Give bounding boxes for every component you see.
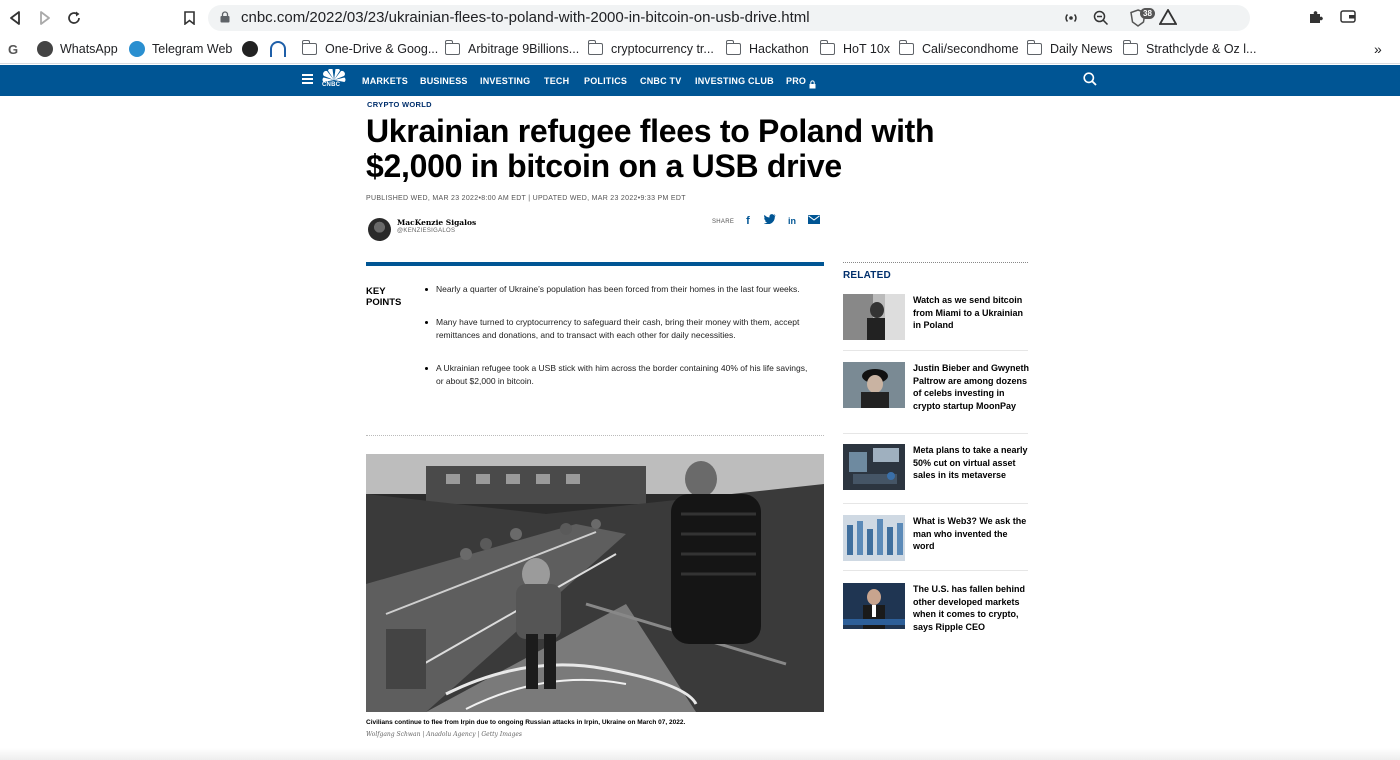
related-title: RELATED xyxy=(843,270,891,281)
folder-icon xyxy=(587,40,603,55)
nav-investing[interactable]: INVESTING xyxy=(480,76,530,86)
bookmark-folder-arbitrage[interactable]: Arbitrage 9Billions... xyxy=(444,40,579,58)
folder-icon xyxy=(301,40,317,55)
avatar[interactable] xyxy=(368,218,391,241)
related-headline[interactable]: The U.S. has fallen behind other develop… xyxy=(913,583,1031,633)
address-bar[interactable]: cnbc.com/2022/03/23/ukrainian-flees-to-p… xyxy=(208,5,1250,31)
hamburger-menu-icon[interactable] xyxy=(302,74,313,84)
related-headline[interactable]: Meta plans to take a nearly 50% cut on v… xyxy=(913,444,1031,482)
extension-badge: 38 xyxy=(1140,8,1155,19)
triangle-extension-icon[interactable] xyxy=(1158,8,1178,27)
publish-date: PUBLISHED WED, MAR 23 2022•8:00 AM EDT |… xyxy=(366,195,686,202)
pro-lock-icon xyxy=(809,76,816,89)
folder-icon xyxy=(819,40,835,55)
bookmark-icon[interactable] xyxy=(180,9,198,27)
nav-cnbc-tv[interactable]: CNBC TV xyxy=(640,76,681,86)
author-handle[interactable]: @KENZIESIGALOS xyxy=(397,228,455,234)
photo-caption: Civilians continue to flee from Irpin du… xyxy=(366,719,686,726)
related-thumbnail[interactable] xyxy=(843,444,905,490)
nav-business[interactable]: BUSINESS xyxy=(420,76,468,86)
cast-icon[interactable] xyxy=(1063,10,1079,28)
related-headline[interactable]: What is Web3? We ask the man who invente… xyxy=(913,515,1031,553)
lock-icon xyxy=(220,11,230,23)
section-eyebrow[interactable]: CRYPTO WORLD xyxy=(367,100,432,109)
article-headline: Ukrainian refugee flees to Poland with $… xyxy=(366,113,935,184)
bookmarks-bar: G WhatsApp Telegram Web One-Drive & Goog… xyxy=(0,35,1400,64)
bookmark-ftx[interactable] xyxy=(242,40,265,58)
folder-icon xyxy=(444,40,460,55)
folder-icon xyxy=(898,40,914,55)
share-label: SHARE xyxy=(712,219,735,225)
back-icon[interactable] xyxy=(6,9,24,27)
photo-credit: Wolfgang Schwan | Anadolu Agency | Getty… xyxy=(366,731,522,738)
whatsapp-icon xyxy=(37,41,53,57)
bookmark-folder-onedrive[interactable]: One-Drive & Goog... xyxy=(301,40,438,58)
divider xyxy=(843,350,1028,351)
key-points-divider xyxy=(366,262,824,266)
bookmark-whatsapp[interactable]: WhatsApp xyxy=(37,40,118,58)
list-item: Many have turned to cryptocurrency to sa… xyxy=(424,316,814,343)
email-icon[interactable] xyxy=(807,214,821,228)
bookmark-folder-strathclyde[interactable]: Strathclyde & Oz l... xyxy=(1122,40,1256,58)
nav-investing-club[interactable]: INVESTING CLUB xyxy=(695,76,774,86)
url-text: cnbc.com/2022/03/23/ukrainian-flees-to-p… xyxy=(241,9,810,26)
bookmark-opera[interactable] xyxy=(270,40,293,58)
linkedin-icon[interactable]: in xyxy=(785,214,799,228)
key-points-list: Nearly a quarter of Ukraine’s population… xyxy=(424,283,814,408)
folder-icon xyxy=(725,40,741,55)
article-photo[interactable] xyxy=(366,454,824,712)
nav-markets[interactable]: MARKETS xyxy=(362,76,408,86)
bookmark-folder-hot[interactable]: HoT 10x xyxy=(819,40,890,58)
related-thumbnail[interactable] xyxy=(843,583,905,629)
divider xyxy=(843,503,1028,504)
bookmark-telegram[interactable]: Telegram Web xyxy=(129,40,232,58)
ftx-icon xyxy=(242,41,258,57)
bookmarks-more-button[interactable]: » xyxy=(1374,40,1382,58)
related-thumbnail[interactable] xyxy=(843,515,905,561)
page-bottom-fade xyxy=(0,748,1400,760)
twitter-icon[interactable] xyxy=(763,214,777,228)
folder-icon xyxy=(1026,40,1042,55)
facebook-icon[interactable]: f xyxy=(741,214,755,228)
divider xyxy=(366,435,824,436)
divider xyxy=(843,570,1028,571)
forward-icon[interactable] xyxy=(36,9,54,27)
related-headline[interactable]: Watch as we send bitcoin from Miami to a… xyxy=(913,294,1031,332)
google-icon[interactable]: G xyxy=(8,40,18,58)
folder-icon xyxy=(1122,40,1138,55)
telegram-icon xyxy=(129,41,145,57)
list-item: A Ukrainian refugee took a USB stick wit… xyxy=(424,362,814,389)
nav-politics[interactable]: POLITICS xyxy=(584,76,627,86)
key-points-title: KEY POINTS xyxy=(366,286,402,308)
browser-toolbar: cnbc.com/2022/03/23/ukrainian-flees-to-p… xyxy=(0,0,1400,35)
wallet-icon[interactable] xyxy=(1339,9,1357,27)
bookmark-folder-crypto[interactable]: cryptocurrency tr... xyxy=(587,40,714,58)
bookmark-folder-daily-news[interactable]: Daily News xyxy=(1026,40,1113,58)
opera-icon xyxy=(270,41,286,57)
divider xyxy=(843,433,1028,434)
related-headline[interactable]: Justin Bieber and Gwyneth Paltrow are am… xyxy=(913,362,1031,412)
related-thumbnail[interactable] xyxy=(843,362,905,408)
zoom-icon[interactable] xyxy=(1093,10,1109,28)
cnbc-logo[interactable]: CNBC xyxy=(320,68,348,91)
cnbc-navbar: CNBC MARKETS BUSINESS INVESTING TECH POL… xyxy=(0,65,1400,96)
related-thumbnail[interactable] xyxy=(843,294,905,340)
bookmark-folder-hackathon[interactable]: Hackathon xyxy=(725,40,809,58)
nav-pro[interactable]: PRO xyxy=(786,76,806,86)
nav-tech[interactable]: TECH xyxy=(544,76,569,86)
divider xyxy=(843,262,1028,263)
bookmark-folder-cali[interactable]: Cali/secondhome xyxy=(898,40,1019,58)
search-icon[interactable] xyxy=(1083,72,1097,86)
puzzle-icon[interactable] xyxy=(1307,9,1325,27)
reload-icon[interactable] xyxy=(65,9,83,27)
author-name[interactable]: MacKenzie Sigalos xyxy=(397,218,476,227)
list-item: Nearly a quarter of Ukraine’s population… xyxy=(424,283,814,297)
